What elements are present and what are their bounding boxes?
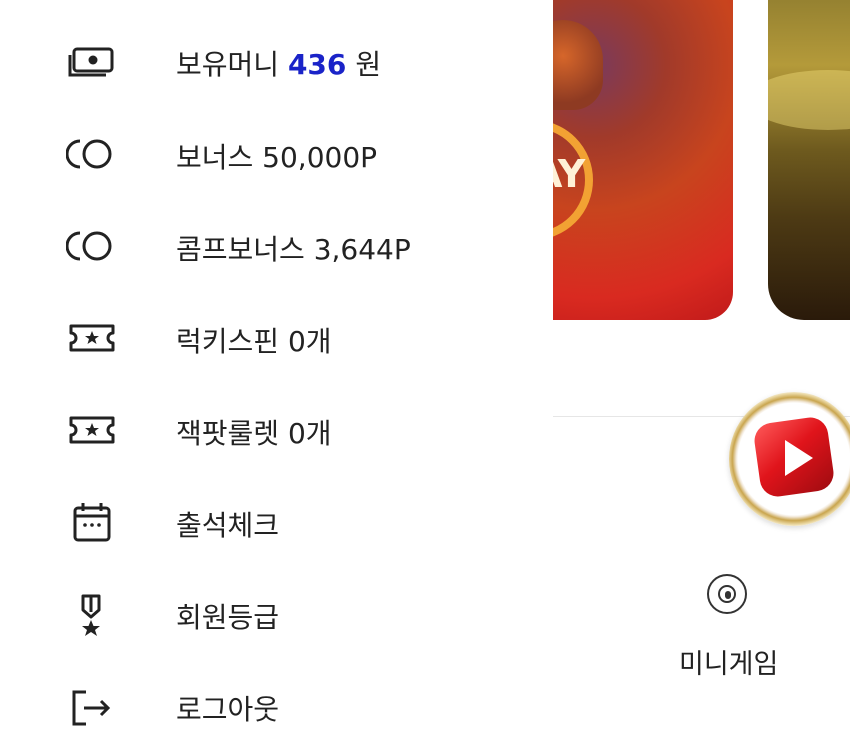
- menu-item-jackpot-roulette[interactable]: 잭팟룰렛 0개: [0, 400, 553, 460]
- banner-text: AY: [553, 152, 585, 196]
- menu-item-comp-bonus[interactable]: 콤프보너스 3,644P: [0, 216, 553, 276]
- menu-label-jackpot-roulette: 잭팟룰렛 0개: [176, 417, 332, 450]
- menu-label-attendance: 출석체크: [176, 509, 280, 542]
- banner-character-image: [553, 20, 603, 110]
- menu-item-attendance[interactable]: 출석체크: [0, 492, 553, 552]
- money-icon: [66, 39, 120, 83]
- main-content-background: AY 미니게임: [553, 0, 850, 702]
- mini-game-icon[interactable]: [707, 574, 747, 614]
- calendar-icon: [66, 500, 120, 544]
- menu-item-logout[interactable]: 로그아웃: [0, 676, 553, 736]
- youtube-floating-button[interactable]: [729, 392, 850, 526]
- menu-label-membership-level: 회원등급: [176, 601, 280, 634]
- promo-banner-card[interactable]: AY: [553, 0, 733, 320]
- ticket-star-icon: [66, 316, 120, 360]
- menu-label-money: 보유머니 436 원: [176, 48, 382, 81]
- coins-icon: [66, 224, 120, 268]
- menu-item-lucky-spin[interactable]: 럭키스핀 0개: [0, 308, 553, 368]
- logout-icon: [66, 684, 120, 728]
- play-triangle-icon: [785, 440, 813, 476]
- coins-icon: [66, 132, 120, 176]
- side-drawer-menu: 보유머니 436 원 보너스 50,000P 콤프보너스 3,644P 럭키스핀: [0, 0, 553, 726]
- banner-artwork: [768, 70, 850, 130]
- menu-label-lucky-spin: 럭키스핀 0개: [176, 325, 332, 358]
- menu-item-money[interactable]: 보유머니 436 원: [0, 31, 553, 91]
- menu-label-comp-bonus: 콤프보너스 3,644P: [176, 233, 411, 266]
- menu-label-bonus: 보너스 50,000P: [176, 141, 378, 174]
- menu-item-membership-level[interactable]: 회원등급: [0, 584, 553, 644]
- mini-game-label[interactable]: 미니게임: [679, 642, 778, 681]
- menu-item-bonus[interactable]: 보너스 50,000P: [0, 124, 553, 184]
- ticket-star-icon: [66, 408, 120, 452]
- game-banner-card[interactable]: [768, 0, 850, 320]
- medal-icon: [66, 592, 120, 636]
- money-amount: 436: [287, 48, 347, 81]
- menu-label-logout: 로그아웃: [176, 693, 280, 726]
